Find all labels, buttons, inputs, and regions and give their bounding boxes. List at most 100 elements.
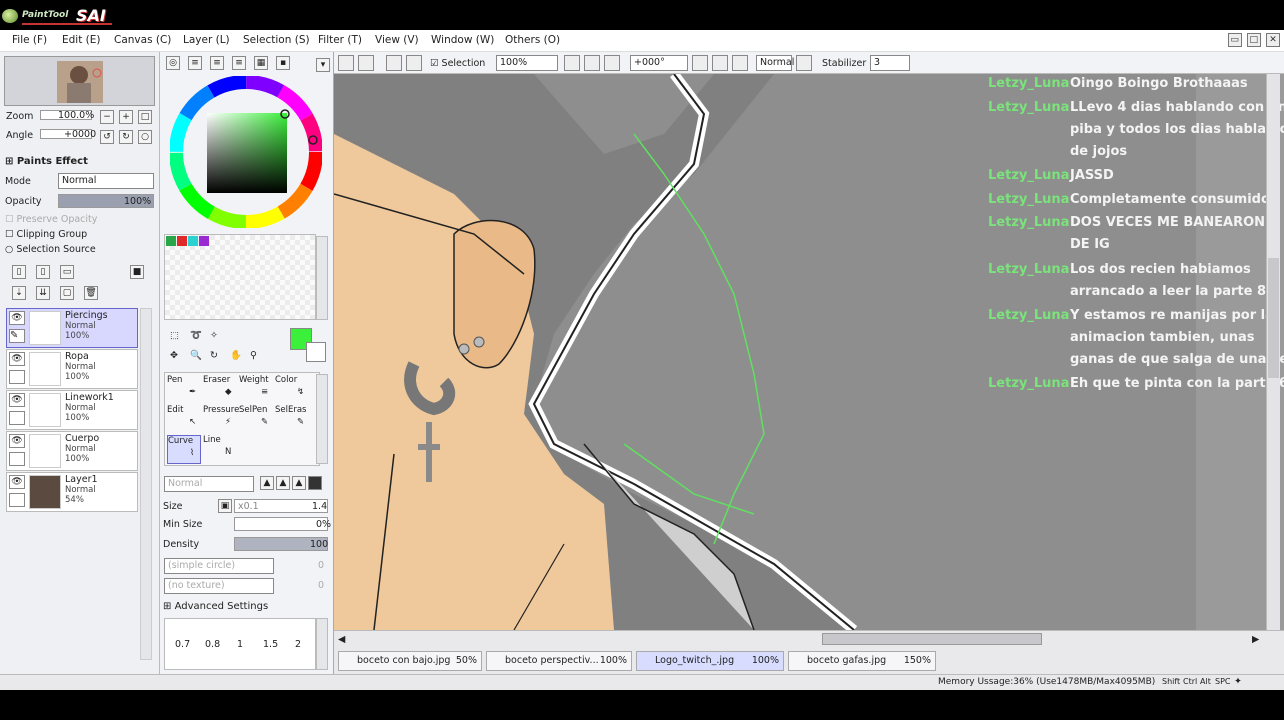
scroll-left-icon[interactable]: ◀ (338, 634, 345, 645)
rotate-tool-icon[interactable]: ↻ (210, 350, 218, 361)
size-preset[interactable]: 2 (295, 639, 301, 650)
rotate-ccw-icon[interactable] (692, 55, 708, 71)
canvas-rotation-select[interactable]: +000° (630, 55, 688, 71)
menu-filter[interactable]: Filter (T) (318, 34, 362, 46)
layer-scrollbar[interactable] (140, 308, 152, 660)
new-linework-icon[interactable]: ▯ (36, 265, 50, 279)
brush-curve[interactable]: Curve ⌇ (167, 435, 201, 464)
horizontal-scroll-thumb[interactable] (822, 633, 1042, 645)
rotate-reset-icon[interactable]: ○ (138, 130, 152, 144)
hand-icon[interactable]: ✋ (230, 350, 242, 361)
brush-shape-select[interactable]: (simple circle) (164, 558, 274, 574)
eye-icon[interactable]: 👁 (9, 352, 25, 366)
menu-layer[interactable]: Layer (L) (183, 34, 230, 46)
brush-pressure[interactable]: Pressure ⚡ (203, 405, 239, 434)
lock-icon[interactable] (9, 411, 25, 425)
merge-down-icon[interactable]: ⇊ (36, 286, 50, 300)
color-wheel[interactable] (170, 76, 322, 228)
rotate-right-icon[interactable]: ↻ (119, 130, 133, 144)
layer-item[interactable]: 👁 Ropa Normal 100% (6, 349, 138, 389)
document-tab[interactable]: boceto con bajo.jpg 50% (338, 651, 482, 671)
vertical-scroll-thumb[interactable] (1268, 258, 1279, 378)
rotate-reset-icon[interactable] (732, 55, 748, 71)
brush-seleras[interactable]: SelEras ✎ (275, 405, 309, 434)
maximize-icon[interactable]: □ (1246, 33, 1261, 47)
menu-file[interactable]: File (F) (12, 34, 47, 46)
invert-selection-icon[interactable] (406, 55, 422, 71)
shape-medium-icon[interactable]: ▲ (276, 476, 290, 490)
layer-item[interactable]: 👁 ✎ Piercings Normal 100% (6, 308, 138, 348)
zoom-in-icon[interactable] (584, 55, 600, 71)
advanced-settings-toggle[interactable]: ⊞ Advanced Settings (163, 601, 268, 612)
menu-edit[interactable]: Edit (E) (62, 34, 101, 46)
document-tab-active[interactable]: Logo_twitch_.jpg 100% (636, 651, 784, 671)
navigator-thumbnail[interactable] (4, 56, 155, 106)
shape-soft-icon[interactable]: ▲ (260, 476, 274, 490)
brush-mode-select[interactable]: Normal (164, 476, 254, 492)
brush-edit[interactable]: Edit ↖ (167, 405, 201, 434)
size-preset[interactable]: 0.7 (175, 639, 190, 650)
layer-item[interactable]: 👁 Layer1 Normal 54% (6, 472, 138, 512)
horizontal-scrollbar[interactable]: ◀ ▶ (334, 630, 1284, 648)
brush-color[interactable]: Color ↯ (275, 375, 309, 404)
flip-icon[interactable] (796, 55, 812, 71)
scroll-right-icon[interactable]: ▶ (1252, 634, 1259, 645)
eye-icon[interactable]: 👁 (9, 393, 25, 407)
copy-layer-icon[interactable]: ⇣ (12, 286, 26, 300)
lock-icon[interactable] (9, 452, 25, 466)
zoom-out-icon[interactable]: − (100, 110, 114, 124)
brush-pen[interactable]: Pen ✒ (167, 375, 201, 404)
selection-source-radio[interactable]: ○ Selection Source (5, 244, 96, 255)
secondary-color-icon[interactable] (306, 342, 326, 362)
magic-wand-icon[interactable]: ✧ (210, 330, 218, 341)
size-preset[interactable]: 1 (237, 639, 243, 650)
new-layer-icon[interactable]: ▯ (12, 265, 26, 279)
menu-canvas[interactable]: Canvas (C) (114, 34, 171, 46)
menu-selection[interactable]: Selection (S) (243, 34, 310, 46)
swatches-tab-icon[interactable]: ▦ (254, 56, 268, 70)
rect-select-icon[interactable]: ⬚ (170, 330, 179, 341)
swatch[interactable] (199, 236, 209, 246)
lasso-icon[interactable]: ➰ (190, 330, 202, 341)
swatch-grid[interactable] (164, 234, 316, 320)
menu-others[interactable]: Others (O) (505, 34, 560, 46)
lock-icon[interactable] (9, 493, 25, 507)
scratchpad-tab-icon[interactable]: ▪ (276, 56, 290, 70)
swatch-scrollbar[interactable] (316, 236, 328, 320)
size-preset[interactable]: 0.8 (205, 639, 220, 650)
hsv-slider-tab-icon[interactable]: ≡ (210, 56, 224, 70)
eye-icon[interactable]: 👁 (9, 475, 25, 489)
color-mixer-tab-icon[interactable]: ≡ (232, 56, 246, 70)
min-size-slider[interactable] (234, 517, 328, 531)
selection-toggle[interactable]: ☑ Selection (430, 58, 485, 74)
zoom-out-icon[interactable] (564, 55, 580, 71)
brush-scrollbar[interactable] (316, 374, 328, 464)
brush-lock-icon[interactable]: ✎ (9, 329, 25, 343)
vertical-scrollbar[interactable] (1266, 74, 1280, 630)
close-icon[interactable]: ✕ (1266, 33, 1280, 47)
brush-selpen[interactable]: SelPen ✎ (239, 405, 273, 434)
restore-icon[interactable]: ▭ (1227, 33, 1242, 47)
mode-select[interactable]: Normal (58, 173, 154, 189)
rotate-cw-icon[interactable] (712, 55, 728, 71)
stabilizer-select[interactable]: 3 (870, 55, 910, 71)
swatch[interactable] (177, 236, 187, 246)
lock-icon[interactable] (9, 370, 25, 384)
swatch[interactable] (188, 236, 198, 246)
undo-icon[interactable] (338, 55, 354, 71)
paints-effect-header[interactable]: ⊞ Paints Effect (5, 156, 88, 167)
new-folder-icon[interactable]: ▭ (60, 265, 74, 279)
document-tab[interactable]: boceto perspectiv... 100% (486, 651, 632, 671)
deselect-icon[interactable] (386, 55, 402, 71)
swatch[interactable] (166, 236, 176, 246)
menu-window[interactable]: Window (W) (431, 34, 494, 46)
blend-mode-select[interactable]: Normal (756, 55, 794, 71)
brush-eraser[interactable]: Eraser ◆ (203, 375, 237, 404)
preset-scrollbar[interactable] (316, 618, 328, 670)
collapse-icon[interactable]: ▾ (316, 58, 330, 72)
move-icon[interactable]: ✥ (170, 350, 178, 361)
rgb-slider-tab-icon[interactable]: ≡ (188, 56, 202, 70)
rotate-left-icon[interactable]: ↺ (100, 130, 114, 144)
delete-layer-icon[interactable]: 🗑 (84, 286, 98, 300)
document-tab[interactable]: boceto gafas.jpg 150% (788, 651, 936, 671)
